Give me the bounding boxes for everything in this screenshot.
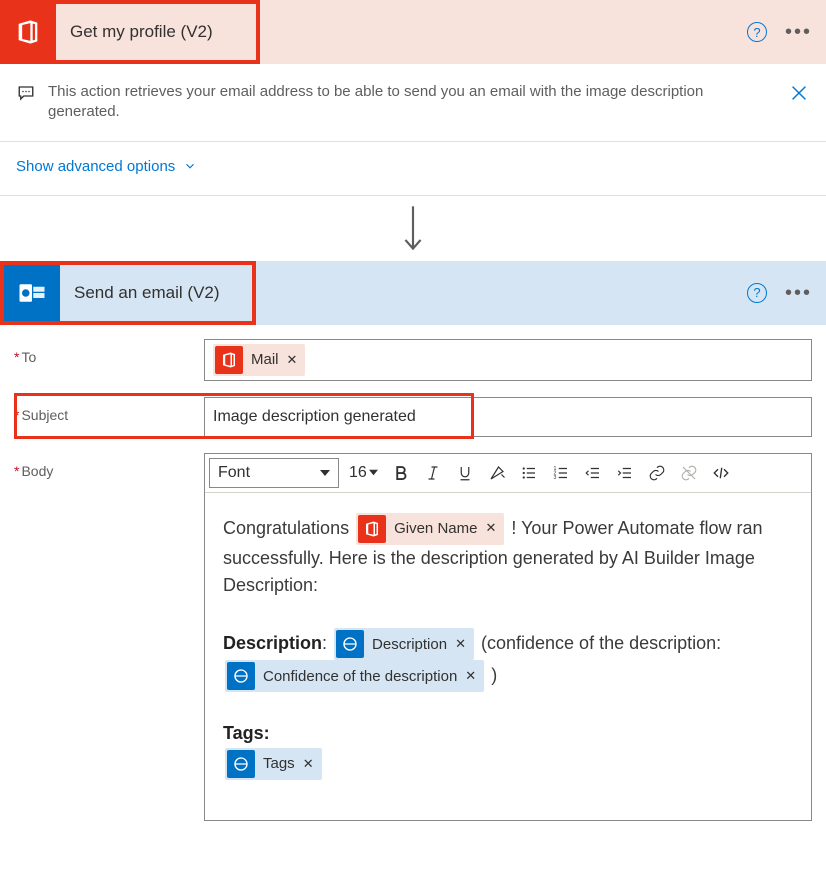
remove-token-icon[interactable]: ✕ bbox=[465, 666, 476, 686]
advanced-options-label: Show advanced options bbox=[16, 158, 175, 175]
token-label: Confidence of the description bbox=[263, 665, 457, 688]
outlook-icon bbox=[4, 265, 60, 321]
send-email-form: *To Mail ✕ *Subject Image description ge… bbox=[0, 325, 826, 821]
get-profile-description-row: This action retrieves your email address… bbox=[0, 64, 826, 142]
help-icon[interactable]: ? bbox=[747, 22, 767, 42]
help-icon[interactable]: ? bbox=[747, 283, 767, 303]
get-profile-action-card: Get my profile (V2) ? ••• bbox=[0, 0, 826, 64]
more-menu-icon[interactable]: ••• bbox=[785, 27, 812, 37]
arrow-down-icon bbox=[400, 204, 426, 252]
token-label: Tags bbox=[263, 752, 295, 775]
more-menu-icon[interactable]: ••• bbox=[785, 288, 812, 298]
svg-text:3: 3 bbox=[553, 475, 556, 481]
send-email-header[interactable]: Send an email (V2) ? ••• bbox=[0, 261, 826, 325]
ai-builder-icon bbox=[227, 662, 255, 690]
get-profile-header[interactable]: Get my profile (V2) ? ••• bbox=[0, 0, 826, 64]
font-select[interactable]: Font bbox=[209, 458, 339, 488]
rte-toolbar: Font 16 123 bbox=[205, 454, 811, 493]
token-given-name[interactable]: Given Name ✕ bbox=[356, 513, 504, 545]
token-mail[interactable]: Mail ✕ bbox=[213, 344, 305, 376]
remove-token-icon[interactable]: ✕ bbox=[303, 754, 314, 774]
unlink-button bbox=[674, 458, 704, 488]
flow-connector bbox=[0, 195, 826, 261]
token-label: Description bbox=[372, 633, 447, 656]
rich-text-editor: Font 16 123 bbox=[204, 453, 812, 821]
advanced-options-row: Show advanced options bbox=[0, 142, 826, 195]
link-button[interactable] bbox=[642, 458, 672, 488]
numbered-list-button[interactable]: 123 bbox=[546, 458, 576, 488]
font-color-button[interactable] bbox=[482, 458, 512, 488]
subject-input[interactable]: Image description generated bbox=[204, 397, 812, 437]
indent-button[interactable] bbox=[610, 458, 640, 488]
office-icon bbox=[0, 4, 56, 60]
remove-token-icon[interactable]: ✕ bbox=[455, 634, 466, 654]
send-email-title: Send an email (V2) bbox=[60, 283, 220, 303]
email-body-content[interactable]: Congratulations Given Name ✕ ! Your Powe… bbox=[205, 493, 811, 820]
to-field-row: *To Mail ✕ bbox=[14, 339, 812, 381]
office-icon bbox=[215, 346, 243, 374]
tags-heading: Tags: bbox=[223, 723, 270, 743]
get-profile-title: Get my profile (V2) bbox=[56, 22, 213, 42]
font-size-select[interactable]: 16 bbox=[345, 458, 382, 488]
remove-token-icon[interactable]: ✕ bbox=[287, 352, 298, 368]
token-label: Mail bbox=[251, 351, 279, 368]
remove-token-icon[interactable]: ✕ bbox=[485, 518, 496, 538]
close-icon[interactable] bbox=[788, 82, 810, 104]
subject-value: Image description generated bbox=[213, 408, 803, 426]
bold-button[interactable] bbox=[386, 458, 416, 488]
code-view-button[interactable] bbox=[706, 458, 736, 488]
token-tags[interactable]: Tags ✕ bbox=[225, 748, 322, 780]
to-label: *To bbox=[14, 339, 204, 365]
token-label: Given Name bbox=[394, 517, 477, 540]
bullet-list-button[interactable] bbox=[514, 458, 544, 488]
outdent-button[interactable] bbox=[578, 458, 608, 488]
ai-builder-icon bbox=[336, 630, 364, 658]
subject-label: *Subject bbox=[14, 397, 204, 423]
comment-icon bbox=[16, 84, 36, 102]
ai-builder-icon bbox=[227, 750, 255, 778]
token-description[interactable]: Description ✕ bbox=[334, 628, 474, 660]
body-label: *Body bbox=[14, 453, 204, 479]
office-icon bbox=[358, 515, 386, 543]
body-field-row: *Body Font 16 123 bbox=[14, 453, 812, 821]
italic-button[interactable] bbox=[418, 458, 448, 488]
action-description-text: This action retrieves your email address… bbox=[48, 82, 764, 123]
send-email-action-card: Send an email (V2) ? ••• bbox=[0, 261, 826, 325]
chevron-down-icon bbox=[183, 159, 197, 173]
token-confidence[interactable]: Confidence of the description ✕ bbox=[225, 660, 484, 692]
subject-field-row: *Subject Image description generated bbox=[14, 397, 812, 437]
underline-button[interactable] bbox=[450, 458, 480, 488]
to-input[interactable]: Mail ✕ bbox=[204, 339, 812, 381]
show-advanced-options-link[interactable]: Show advanced options bbox=[16, 158, 197, 175]
